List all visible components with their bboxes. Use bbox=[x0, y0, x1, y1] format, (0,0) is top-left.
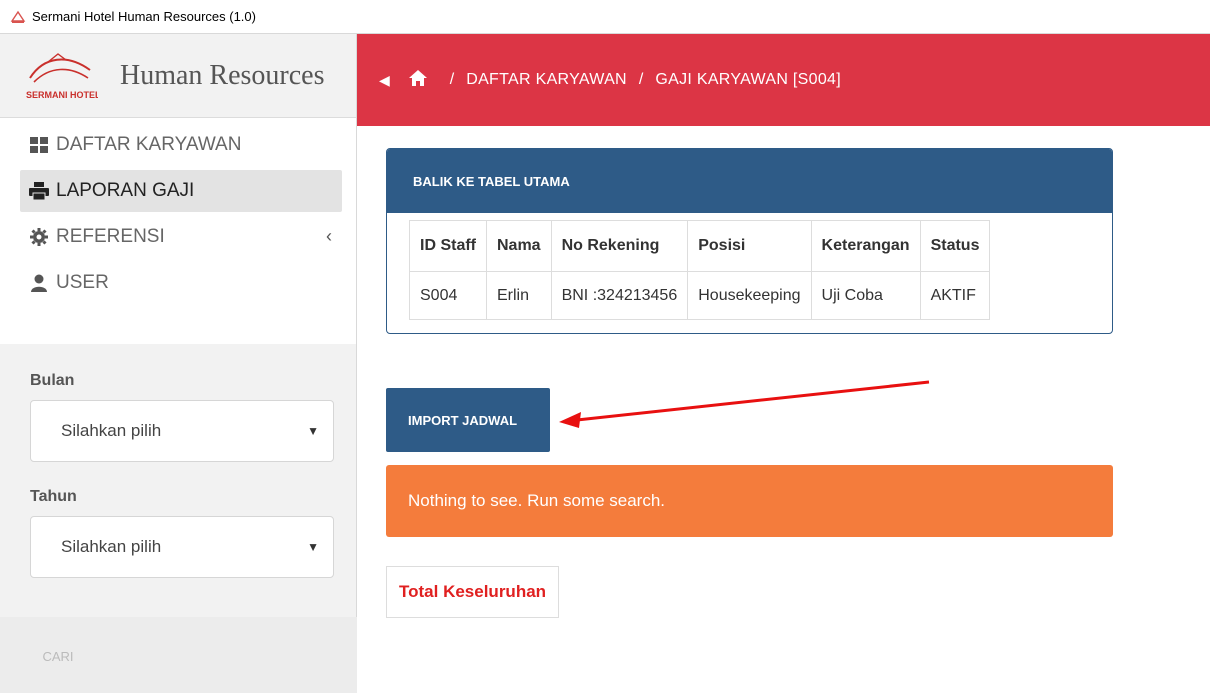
breadcrumb-separator: / bbox=[449, 71, 455, 88]
sidebar-item-daftar-karyawan[interactable]: DAFTAR KARYAWAN bbox=[20, 124, 342, 166]
table-cell: AKTIF bbox=[919, 271, 991, 320]
bulan-label: Bulan bbox=[30, 372, 75, 389]
breadcrumb-header: ◀ / DAFTAR KARYAWAN / GAJI KARYAWAN [S00… bbox=[357, 34, 1210, 126]
cari-area: CARI bbox=[0, 617, 357, 693]
sermani-logo: SERMANI HOTEL bbox=[26, 53, 98, 100]
print-icon bbox=[28, 182, 50, 200]
table-cell: Housekeeping bbox=[687, 271, 812, 320]
column-header: Posisi bbox=[687, 220, 812, 272]
column-header: Nama bbox=[486, 220, 552, 272]
user-icon bbox=[28, 274, 50, 292]
filter-panel: Bulan Silahkan pilih ▼ Tahun Silahkan pi… bbox=[0, 344, 356, 624]
sidebar-menu: DAFTAR KARYAWAN LAPORAN GAJI REFERENSI ‹… bbox=[0, 118, 356, 344]
table-cell: BNI :324213456 bbox=[550, 271, 689, 320]
sidebar-item-referensi[interactable]: REFERENSI ‹ bbox=[20, 216, 342, 258]
breadcrumb-daftar-karyawan[interactable]: DAFTAR KARYAWAN bbox=[466, 71, 627, 89]
table-cell: S004 bbox=[409, 271, 487, 320]
column-header: No Rekening bbox=[550, 220, 689, 272]
back-to-table-link[interactable]: BALIK KE TABEL UTAMA bbox=[387, 149, 1112, 213]
svg-text:SERMANI HOTEL: SERMANI HOTEL bbox=[26, 90, 98, 100]
column-header: Status bbox=[919, 220, 991, 272]
column-header: Keterangan bbox=[810, 220, 921, 272]
empty-search-alert: Nothing to see. Run some search. bbox=[386, 465, 1113, 537]
cari-button[interactable]: CARI bbox=[30, 633, 86, 679]
table-row: S004 Erlin BNI :324213456 Housekeeping U… bbox=[409, 271, 991, 320]
annotation-arrow bbox=[559, 380, 930, 428]
sidebar-item-label: USER bbox=[56, 272, 109, 293]
window-title: Sermani Hotel Human Resources (1.0) bbox=[32, 9, 256, 24]
employee-table: ID Staff Nama No Rekening Posisi Keteran… bbox=[409, 220, 991, 320]
sidebar-item-label: DAFTAR KARYAWAN bbox=[56, 134, 242, 155]
main-content: BALIK KE TABEL UTAMA ID Staff Nama No Re… bbox=[357, 126, 1210, 693]
sidebar-item-user[interactable]: USER bbox=[20, 262, 342, 304]
import-jadwal-button[interactable]: IMPORT JADWAL bbox=[386, 388, 550, 452]
chevron-left-icon[interactable]: ‹ bbox=[326, 226, 332, 247]
brand: SERMANI HOTEL Human Resources bbox=[0, 34, 356, 118]
bulan-select[interactable]: Silahkan pilih ▼ bbox=[30, 400, 334, 462]
window-titlebar: Sermani Hotel Human Resources (1.0) bbox=[0, 0, 1210, 34]
table-header-row: ID Staff Nama No Rekening Posisi Keteran… bbox=[409, 220, 991, 272]
caret-down-icon: ▼ bbox=[307, 540, 319, 554]
app-icon bbox=[10, 10, 26, 23]
table-cell: Uji Coba bbox=[810, 271, 921, 320]
employee-panel: BALIK KE TABEL UTAMA ID Staff Nama No Re… bbox=[386, 148, 1113, 334]
sidebar-item-label: LAPORAN GAJI bbox=[56, 180, 195, 201]
tahun-select[interactable]: Silahkan pilih ▼ bbox=[30, 516, 334, 578]
breadcrumb-separator: / bbox=[638, 71, 644, 88]
brand-title: Human Resources bbox=[120, 60, 325, 91]
sidebar-item-laporan-gaji[interactable]: LAPORAN GAJI bbox=[20, 170, 342, 212]
home-icon[interactable] bbox=[408, 69, 428, 92]
table-cell: Erlin bbox=[486, 271, 552, 320]
sidebar: SERMANI HOTEL Human Resources DAFTAR KAR… bbox=[0, 34, 357, 693]
caret-down-icon: ▼ bbox=[307, 424, 319, 438]
gear-icon bbox=[28, 228, 50, 246]
grid-icon bbox=[28, 137, 50, 153]
column-header: ID Staff bbox=[409, 220, 487, 272]
total-keseluruhan-label: Total Keseluruhan bbox=[386, 566, 560, 618]
breadcrumb-gaji-karyawan: GAJI KARYAWAN [S004] bbox=[655, 71, 841, 88]
back-arrow-icon[interactable]: ◀ bbox=[379, 72, 390, 89]
tahun-select-value: Silahkan pilih bbox=[61, 537, 162, 556]
bulan-select-value: Silahkan pilih bbox=[61, 421, 162, 440]
sidebar-item-label: REFERENSI bbox=[56, 226, 165, 247]
tahun-label: Tahun bbox=[30, 488, 77, 505]
